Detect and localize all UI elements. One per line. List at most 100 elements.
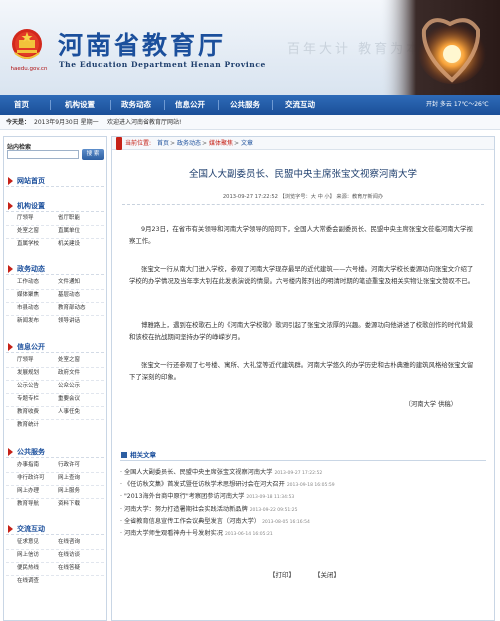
breadcrumb-home[interactable]: 首页 [157,137,169,150]
divider [6,549,104,550]
sidebar-section-disclosure[interactable]: 信息公开 [6,341,104,353]
sidebar-link[interactable]: 机关建设 [58,240,80,249]
sidebar-link[interactable]: 媒体聚焦 [17,291,39,300]
breadcrumb-article: 文章 [241,140,254,147]
article-paragraph: 9月23日，在省市有关领导和河南大学领导的陪同下，全国人大常委会副委员长、民盟中… [129,225,473,245]
print-button[interactable]: 【打印】 [269,569,295,579]
related-item[interactable]: · "2013海外台商中原行"考察团参访河南大学 2013-09-18 11:34… [120,491,294,502]
sidebar-link[interactable]: 在线调查 [17,577,39,586]
nav-org[interactable]: 机构设置 [65,95,95,115]
related-date: 2013-06-14 16:05:21 [224,532,273,537]
breadcrumb-news[interactable]: 政务动态 [177,137,201,150]
sidebar-link[interactable]: 资料下载 [58,500,80,509]
sidebar-link[interactable]: 重要会议 [58,395,80,404]
related-item[interactable]: · 全省教育信息宣传工作会议典型发言（河南大学） 2013-08-05 16:16… [120,516,310,527]
related-link[interactable]: 《任访秋文集》首发式暨任访秋学术思想研讨会在河大召开 [124,481,285,488]
sidebar-link[interactable]: 在线答疑 [58,564,80,573]
nav-home[interactable]: 首页 [14,95,29,115]
sidebar-link[interactable]: 领导讲话 [58,317,80,326]
related-item[interactable]: · 全国人大副委员长、民盟中央主席张宝文视察河南大学 2013-09-27 17:… [120,467,322,478]
divider [6,225,104,226]
sidebar-link[interactable]: 非行政许可 [17,474,45,483]
site-header: haedu.gov.cn 河南省教育厅 The Education Depart… [0,0,500,95]
sidebar-link[interactable]: 新闻发布 [17,317,39,326]
search-button[interactable]: 搜 索 [82,149,104,160]
sidebar-link[interactable]: 文件通知 [58,278,80,287]
sidebar-link[interactable]: 网上服务 [58,487,80,496]
related-link[interactable]: 河南大学师生观看神舟十号发射实况 [124,530,223,537]
breadcrumb-sep: > [234,140,240,147]
sidebar-link[interactable]: 直属学校 [17,240,39,249]
sidebar-section-title: 政务动态 [17,265,45,273]
related-link[interactable]: "2013海外台商中原行"考察团参访河南大学 [124,493,244,500]
breadcrumb-sep: > [170,140,176,147]
sidebar-link[interactable]: 在线访谈 [58,551,80,560]
sidebar-link[interactable]: 处室之窗 [58,356,80,365]
sidebar-link[interactable]: 征求意见 [17,538,39,547]
divider [6,238,104,239]
related-date: 2013-09-27 17:22:52 [274,471,323,476]
sidebar-link[interactable]: 教育统计 [17,421,39,430]
related-link[interactable]: 河南大学：努力打造暑期社会实践活动新品牌 [124,506,248,513]
sidebar-link[interactable]: 工作动态 [17,278,39,287]
sidebar-link[interactable]: 厅领导 [17,356,34,365]
nav-divider [272,100,273,110]
article-paragraph: 张宝文一行还参观了七号楼、寓所、大礼堂等近代建筑群。河南大学悠久的办学历史和古朴… [129,361,474,381]
sidebar-link[interactable]: 发展规划 [17,369,39,378]
sidebar-section-interaction[interactable]: 交流互动 [6,523,104,535]
related-link[interactable]: 全国人大副委员长、民盟中央主席张宝文视察河南大学 [124,469,273,476]
sidebar-section-org[interactable]: 机构设置 [6,200,104,212]
sidebar-section-title: 交流互动 [17,525,45,533]
sidebar-link[interactable]: 在线咨询 [58,538,80,547]
sidebar-link[interactable]: 省厅职能 [58,214,80,223]
article-panel: 当前位置: 首页 > 政务动态 > 媒体聚焦 > 文章 全国人大副委员长、民盟中… [111,136,495,621]
sidebar-link[interactable]: 处室之窗 [17,227,39,236]
related-item[interactable]: · 《任访秋文集》首发式暨任访秋学术思想研讨会在河大召开 2013-09-18 1… [120,479,335,490]
breadcrumb-sep: > [202,140,208,147]
sidebar-link[interactable]: 教育收费 [17,408,39,417]
related-date: 2013-09-18 16:05:59 [286,483,335,488]
sidebar-link[interactable]: 公众公示 [58,382,80,391]
related-link[interactable]: 全省教育信息宣传工作会议典型发言（河南大学） [124,518,260,525]
divider [6,380,104,381]
sidebar-link[interactable]: 网上办理 [17,487,39,496]
article-meta: 2013-09-27 17:22:52 【浏览字号：大 中 小】 来源：教育厅新… [222,194,384,200]
sidebar-link[interactable]: 便民热线 [17,564,39,573]
nav-disclosure[interactable]: 信息公开 [175,95,205,115]
related-date: 2013-09-22 09:51:25 [249,508,298,513]
sidebar-link[interactable]: 教育导航 [17,500,39,509]
welcome-text: 欢迎进入河南省教育厅网站! [107,119,182,126]
sidebar-link[interactable]: 直属单位 [58,227,80,236]
nav-news[interactable]: 政务动态 [121,95,151,115]
arrow-icon [8,265,13,273]
sidebar-home[interactable]: 网站首页 [6,175,104,187]
sidebar-link[interactable]: 基层动态 [58,291,80,300]
sidebar: 站内检索 搜 索 网站首页 机构设置 厅领导 省厅职能 处室之窗 直属单位 直属… [3,136,107,621]
sidebar-link[interactable]: 网上信访 [17,551,39,560]
sidebar-link[interactable]: 公示公告 [17,382,39,391]
sidebar-link[interactable]: 行政许可 [58,461,80,470]
sidebar-link[interactable]: 政府文件 [58,369,80,378]
sidebar-section-services[interactable]: 公共服务 [6,446,104,458]
nav-interaction[interactable]: 交流互动 [285,95,315,115]
sidebar-link[interactable]: 专题专栏 [17,395,39,404]
divider [6,498,104,499]
arrow-icon [8,525,13,533]
divider [6,575,104,576]
sidebar-link[interactable]: 办事指南 [17,461,39,470]
close-button[interactable]: 【关闭】 [314,569,340,579]
sidebar-link[interactable]: 市县动态 [17,304,39,313]
sidebar-link[interactable]: 教育部动态 [58,304,86,313]
nav-services[interactable]: 公共服务 [230,95,260,115]
related-item[interactable]: · 河南大学：努力打造暑期社会实践活动新品牌 2013-09-22 09:51:2… [120,504,297,515]
sidebar-section-news[interactable]: 政务动态 [6,263,104,275]
sidebar-link[interactable]: 人事任免 [58,408,80,417]
related-item[interactable]: · 河南大学师生观看神舟十号发射实况 2013-06-14 16:05:21 [120,528,273,539]
sidebar-link[interactable]: 网上查询 [58,474,80,483]
date-bar: 今天是： 2013年9月30日 星期一 欢迎进入河南省教育厅网站! [0,115,500,130]
divider [6,485,104,486]
sidebar-link[interactable]: 厅领导 [17,214,34,223]
divider [6,302,104,303]
breadcrumb-media[interactable]: 媒体聚焦 [209,137,233,150]
search-input[interactable] [7,150,79,159]
